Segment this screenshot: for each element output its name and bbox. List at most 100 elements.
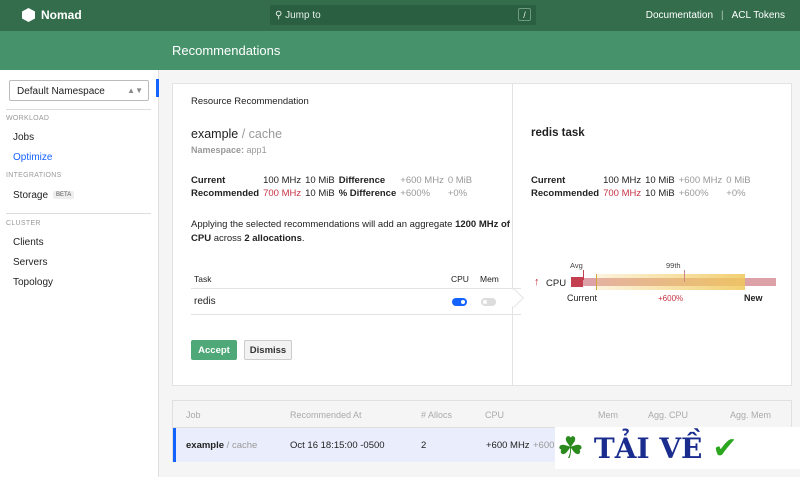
summary-mid: across bbox=[211, 233, 245, 244]
summary-pre: Applying the selected recommendations wi… bbox=[191, 219, 456, 230]
header-mem: Mem bbox=[480, 274, 499, 284]
search-placeholder: Jump to bbox=[285, 9, 321, 21]
task-name: redis bbox=[194, 296, 216, 307]
card-title: Resource Recommendation bbox=[191, 96, 309, 107]
rec-cpu: 700 MHz bbox=[263, 188, 302, 199]
checkmark-icon: ✔ bbox=[712, 431, 738, 465]
clover-icon: ☘ bbox=[557, 431, 584, 465]
new-range bbox=[596, 274, 745, 290]
row-job: example bbox=[186, 440, 225, 451]
p99-label: 99th bbox=[666, 261, 681, 270]
namespace-select[interactable]: Default Namespace ▲▼ bbox=[9, 80, 149, 101]
task-row[interactable]: redis bbox=[191, 289, 521, 315]
delta-label: +600% bbox=[658, 294, 684, 303]
section-cluster: CLUSTER bbox=[6, 220, 41, 227]
beta-badge: BETA bbox=[53, 191, 75, 200]
col-recommended-at[interactable]: Recommended At bbox=[290, 410, 362, 420]
storage-label: Storage bbox=[13, 190, 49, 201]
current-cpu: 100 MHz bbox=[603, 175, 642, 186]
row-cpu-pct: +600 bbox=[533, 440, 555, 451]
row-allocs: 2 bbox=[421, 440, 427, 451]
cpu-toggle[interactable] bbox=[452, 298, 467, 306]
namespace-info: Namespace: app1 bbox=[191, 145, 267, 155]
accept-button[interactable]: Accept bbox=[191, 340, 237, 360]
summary-text: Applying the selected recommendations wi… bbox=[191, 218, 511, 246]
search-input[interactable]: ⚲ Jump to / bbox=[270, 5, 536, 25]
diff-mem: 0 MiB bbox=[447, 175, 473, 186]
pct-mem: +0% bbox=[447, 188, 468, 199]
diff-cpu: +600 MHz bbox=[678, 175, 723, 186]
new-label: New bbox=[744, 293, 763, 303]
pct-cpu: +600% bbox=[400, 188, 431, 199]
pct-cpu: +600% bbox=[678, 188, 709, 199]
divider bbox=[6, 213, 151, 214]
namespace-value: Default Namespace bbox=[17, 86, 105, 97]
task-title: redis task bbox=[531, 127, 585, 139]
label-current: Current bbox=[191, 175, 226, 186]
mem-toggle[interactable] bbox=[481, 298, 496, 306]
chart-resource-label: CPU bbox=[546, 278, 567, 289]
task-resource-summary: Current 100 MHz 10 MiB +600 MHz 0 MiB Recomm… bbox=[531, 175, 755, 201]
label-current: Current bbox=[531, 175, 566, 186]
job-title: example / cache bbox=[191, 127, 282, 141]
col-cpu[interactable]: CPU bbox=[485, 410, 504, 420]
sidebar-item-storage[interactable]: Storage BETA bbox=[13, 190, 75, 201]
divider: | bbox=[721, 10, 724, 21]
col-agg-mem[interactable]: Agg. Mem bbox=[730, 410, 771, 420]
recommendation-card: Resource Recommendation example / cache … bbox=[172, 83, 792, 386]
acl-tokens-link[interactable]: ACL Tokens bbox=[732, 10, 785, 21]
page-title: Recommendations bbox=[172, 43, 281, 58]
current-mem: 10 MiB bbox=[305, 175, 335, 186]
documentation-link[interactable]: Documentation bbox=[646, 10, 713, 21]
group-name: / cache bbox=[241, 127, 283, 141]
search-shortcut: / bbox=[518, 8, 531, 21]
arrow-up-icon: ↑ bbox=[534, 276, 540, 288]
col-mem[interactable]: Mem bbox=[598, 410, 618, 420]
avg-label: Avg bbox=[570, 261, 583, 270]
chevron-down-icon: ▲▼ bbox=[127, 86, 143, 95]
namespace-label: Namespace: bbox=[191, 145, 245, 155]
nomad-logo-icon bbox=[22, 8, 35, 22]
section-workload: WORKLOAD bbox=[6, 115, 50, 122]
sidebar-item-topology[interactable]: Topology bbox=[13, 277, 53, 288]
header-task: Task bbox=[194, 274, 212, 284]
col-allocs[interactable]: # Allocs bbox=[421, 410, 452, 420]
current-mem: 10 MiB bbox=[645, 175, 675, 186]
label-recommended: Recommended bbox=[531, 188, 600, 199]
sidebar-item-servers[interactable]: Servers bbox=[13, 257, 47, 268]
namespace-value: app1 bbox=[246, 145, 267, 155]
row-recommended-at: Oct 16 18:15:00 -0500 bbox=[290, 440, 385, 451]
current-bar bbox=[571, 277, 583, 287]
sidebar-item-optimize[interactable]: Optimize bbox=[13, 152, 52, 163]
label-difference: Difference bbox=[338, 175, 386, 186]
header-cpu: CPU bbox=[451, 274, 469, 284]
task-table: Task CPU Mem redis bbox=[191, 270, 521, 315]
row-cpu: +600 MHz bbox=[486, 440, 530, 451]
summary-post: . bbox=[301, 233, 305, 244]
p99-marker bbox=[684, 270, 685, 282]
dismiss-button[interactable]: Dismiss bbox=[244, 340, 292, 360]
divider bbox=[6, 109, 151, 110]
search-icon: ⚲ bbox=[275, 9, 286, 21]
sidebar: Default Namespace ▲▼ WORKLOAD Jobs Optimi… bbox=[0, 70, 159, 477]
label-recommended: Recommended bbox=[191, 188, 260, 199]
watermark-text: TẢI VỀ bbox=[593, 431, 703, 465]
col-job[interactable]: Job bbox=[186, 410, 201, 420]
section-integrations: INTEGRATIONS bbox=[6, 172, 62, 179]
top-nav: Nomad ⚲ Jump to / Documentation | ACL Token… bbox=[0, 0, 800, 31]
avg-marker bbox=[583, 270, 584, 280]
summary-allocs: 2 allocations bbox=[244, 233, 302, 244]
nomad-logo[interactable]: Nomad bbox=[22, 8, 82, 22]
current-label: Current bbox=[567, 293, 598, 303]
sidebar-item-clients[interactable]: Clients bbox=[13, 237, 44, 248]
diff-cpu: +600 MHz bbox=[400, 175, 444, 186]
label-pct-difference: % Difference bbox=[338, 188, 397, 199]
page-header: Recommendations bbox=[0, 31, 800, 70]
brand-name: Nomad bbox=[41, 8, 82, 22]
col-agg-cpu[interactable]: Agg. CPU bbox=[648, 410, 688, 420]
table-header: Job Recommended At # Allocs CPU Mem Agg.… bbox=[173, 401, 791, 428]
watermark: ☘ TẢI VỀ ✔ bbox=[555, 427, 800, 469]
job-name: example bbox=[191, 127, 239, 141]
sidebar-item-jobs[interactable]: Jobs bbox=[13, 132, 34, 143]
diff-mem: 0 MiB bbox=[726, 175, 751, 186]
